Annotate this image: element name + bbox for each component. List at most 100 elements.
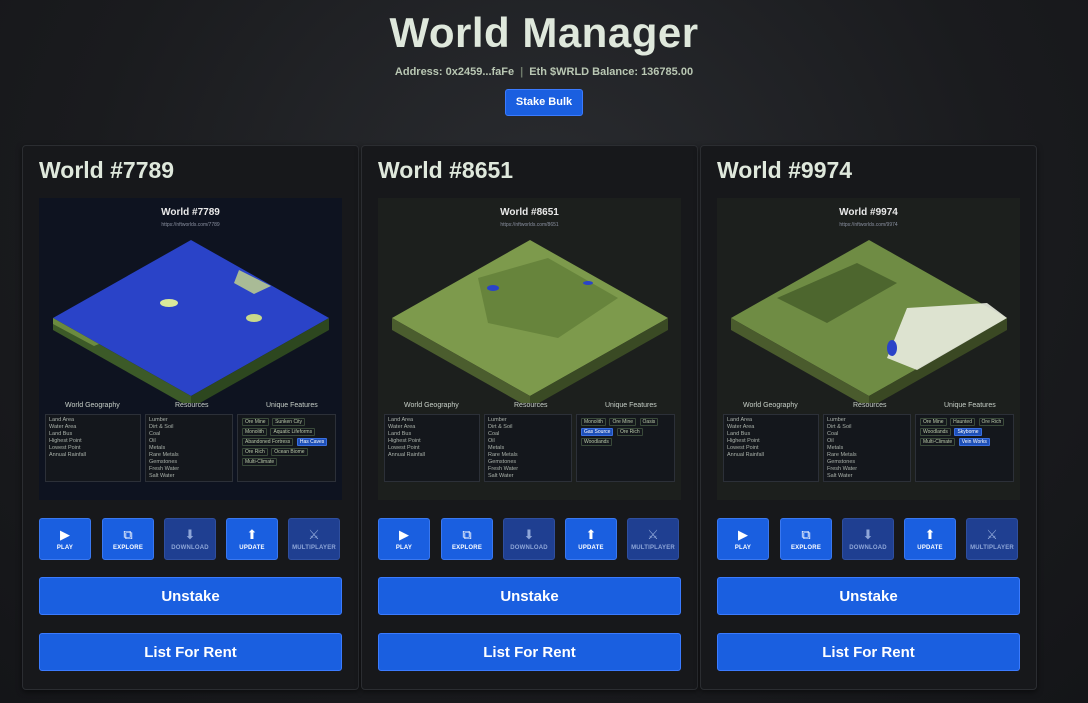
world-preview-image: World #8651 https://nftworlds.com/8651 W… [378,198,681,500]
unstake-button[interactable]: Unstake [378,577,681,615]
unstake-button[interactable]: Unstake [717,577,1020,615]
feature-chip: Vein Works [958,438,990,446]
multiplayer-icon: ⚔ [647,527,659,542]
feature-chip: Multi-Climate [920,438,956,446]
resource-label: Rare Metals [827,452,857,458]
feature-chip: Ore Mine [609,418,636,426]
resource-label: Coal [488,431,500,437]
stat-label: Water Area [727,424,755,430]
stat-label: Land Bus [49,431,73,437]
stat-label: Water Area [49,424,77,430]
download-button[interactable]: ⬇ DOWNLOAD [164,518,216,560]
resource-label: Gemstones [149,459,178,465]
explore-button[interactable]: ⧉ EXPLORE [780,518,832,560]
upload-icon: ⬆ [924,527,936,542]
resource-label: Fresh Water [149,466,180,472]
world-title: World #9974 [717,157,853,183]
divider: | [520,66,524,78]
feature-chip: Ore Rich [616,428,643,436]
preview-title: World #8651 [500,207,559,218]
stat-label: Annual Rainfall [49,452,86,458]
world-card: World #9974 World #9974 https://nftworld… [700,145,1037,690]
features-panel: Monolith Ore Mine Oasis Gas Source Ore R… [576,414,675,482]
download-button[interactable]: ⬇ DOWNLOAD [503,518,555,560]
play-label: PLAY [395,545,413,551]
multiplayer-label: MULTIPLAYER [970,545,1014,551]
feature-chip: Has Caves [296,438,328,446]
update-button[interactable]: ⬆ UPDATE [904,518,956,560]
multiplayer-button[interactable]: ⚔ MULTIPLAYER [627,518,679,560]
play-label: PLAY [734,545,752,551]
explore-label: EXPLORE [112,545,144,551]
resource-label: Rare Metals [488,452,518,458]
isometric-world-render [392,240,668,403]
stake-bulk-button[interactable]: Stake Bulk [504,89,584,116]
stat-label: Lowest Point [49,445,81,451]
multiplayer-button[interactable]: ⚔ MULTIPLAYER [966,518,1018,560]
play-button[interactable]: ▶ PLAY [717,518,769,560]
resource-label: Salt Water [488,473,514,479]
download-label: DOWNLOAD [171,545,209,551]
feature-chip: Oasis [639,418,659,426]
multiplayer-button[interactable]: ⚔ MULTIPLAYER [288,518,340,560]
resource-label: Lumber [488,417,507,423]
world-card: World #8651 World #8651 https://nftworld… [361,145,698,690]
resource-label: Dirt & Soil [827,424,852,430]
play-button[interactable]: ▶ PLAY [378,518,430,560]
list-for-rent-button[interactable]: List For Rent [717,633,1020,671]
resource-label: Coal [827,431,839,437]
unstake-button[interactable]: Unstake [39,577,342,615]
multiplayer-label: MULTIPLAYER [292,545,336,551]
upload-icon: ⬆ [246,527,258,542]
resources-panel: Lumber Dirt & Soil Coal Oil Metals Rare … [823,414,911,482]
stat-label: Highest Point [727,438,760,444]
world-toolbar: ▶ PLAY ⧉ EXPLORE ⬇ DOWNLOAD ⬆ UPDATE ⚔ MULTIP… [39,518,342,560]
world-toolbar: ▶ PLAY ⧉ EXPLORE ⬇ DOWNLOAD ⬆ UPDATE ⚔ MULTIP… [717,518,1020,560]
play-icon: ▶ [60,527,70,542]
preview-title: World #7789 [161,207,220,218]
resource-label: Dirt & Soil [149,424,174,430]
stat-label: Annual Rainfall [727,452,764,458]
resources-heading: Resources [853,402,887,409]
download-button[interactable]: ⬇ DOWNLOAD [842,518,894,560]
features-panel: Ore Mine Haunted Ore Rich Woodlands Skyb… [915,414,1014,482]
isometric-world-render [53,240,329,403]
download-icon: ⬇ [523,527,535,542]
world-preview-image: World #7789 https://nftworlds.com/7789 W… [39,198,342,500]
explore-label: EXPLORE [790,545,822,551]
resource-label: Rare Metals [149,452,179,458]
update-button[interactable]: ⬆ UPDATE [226,518,278,560]
stat-label: Land Area [49,417,75,423]
world-title: World #7789 [39,157,175,183]
features-heading: Unique Features [944,402,996,409]
preview-title: World #9974 [839,207,898,218]
feature-chip: Ore Rich [242,448,268,456]
resource-label: Fresh Water [827,466,858,472]
list-for-rent-button[interactable]: List For Rent [39,633,342,671]
resource-label: Metals [149,445,166,451]
feature-chip: Aquatic Lifeforms [270,428,316,436]
multiplayer-icon: ⚔ [308,527,320,542]
feature-chip: Multi-Climate [242,458,278,466]
resource-label: Lumber [827,417,846,423]
resources-heading: Resources [175,402,209,409]
update-button[interactable]: ⬆ UPDATE [565,518,617,560]
explore-button[interactable]: ⧉ EXPLORE [441,518,493,560]
feature-chip: Ore Rich [978,418,1005,426]
feature-chip: Woodlands [581,438,612,446]
feature-chip: Woodlands [920,428,951,436]
list-for-rent-button[interactable]: List For Rent [378,633,681,671]
explore-icon: ⧉ [801,527,811,542]
resource-label: Metals [488,445,505,451]
resource-label: Salt Water [149,473,175,479]
explore-button[interactable]: ⧉ EXPLORE [102,518,154,560]
resource-label: Salt Water [827,473,853,479]
play-icon: ▶ [738,527,748,542]
stat-label: Water Area [388,424,416,430]
play-button[interactable]: ▶ PLAY [39,518,91,560]
stat-label: Lowest Point [727,445,759,451]
page-title: World Manager [389,9,699,56]
world-card: World #7789 World #7789 https://nftworld… [22,145,359,690]
explore-icon: ⧉ [123,527,133,542]
upload-icon: ⬆ [585,527,597,542]
